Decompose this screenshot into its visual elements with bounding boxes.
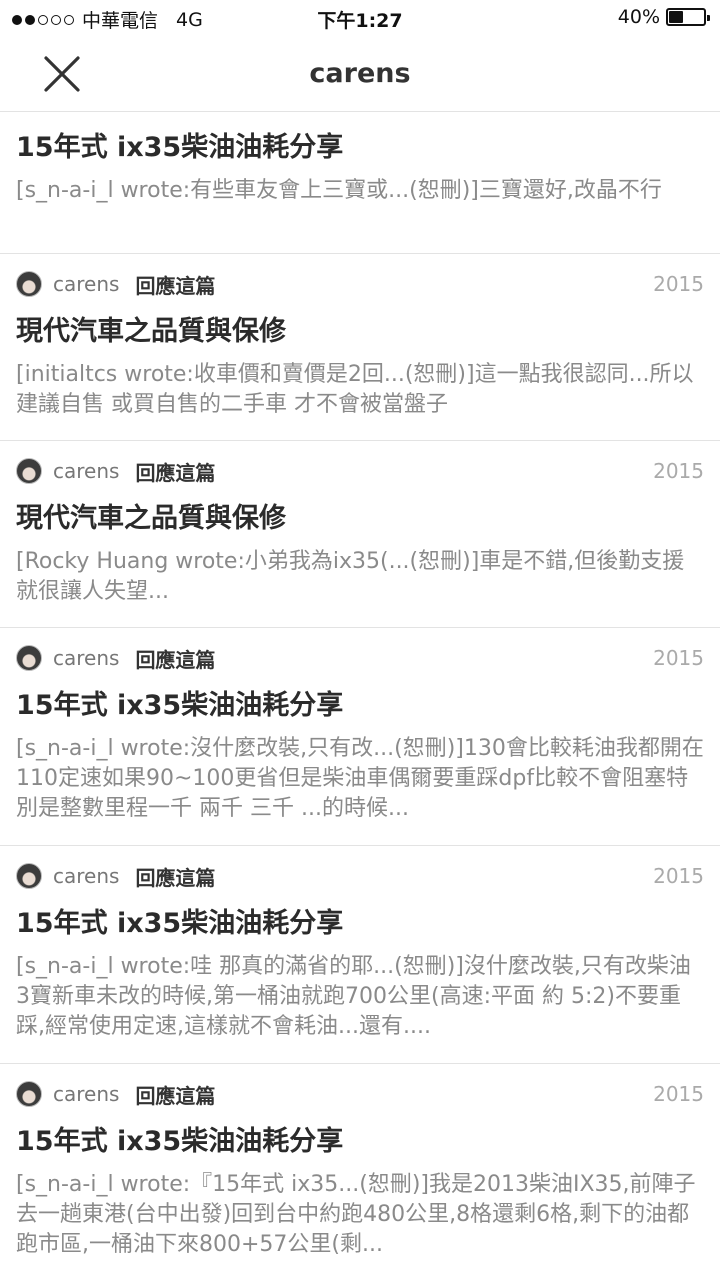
post-excerpt: [initialtcs wrote:收車價和賣價是2回...(恕刪)]這一點我很… — [16, 362, 694, 417]
author-name[interactable]: carens — [53, 459, 119, 483]
post-title: 現代汽車之品質與保修 — [16, 316, 286, 347]
avatar[interactable] — [16, 271, 42, 297]
list-item[interactable]: 15年式 ix35柴油油耗分享 [s_n-a-i_l wrote:有些車友會上三… — [0, 112, 720, 254]
post-year: 2015 — [653, 272, 704, 296]
reply-label: 回應這篇 — [135, 647, 216, 672]
post-excerpt: [s_n-a-i_l wrote:『15年式 ix35...(恕刪)]我是201… — [16, 1172, 696, 1257]
post-excerpt: [s_n-a-i_l wrote:哇 那真的滿省的耶...(恕刪)]沒什麼改裝,… — [16, 954, 691, 1039]
post-year: 2015 — [653, 459, 704, 483]
post-year: 2015 — [653, 1082, 704, 1106]
status-time: 下午1:27 — [317, 10, 403, 32]
post-meta: carens 回應這篇 2015 — [16, 860, 704, 892]
post-excerpt: [s_n-a-i_l wrote:沒什麼改裝,只有改...(恕刪)]130會比較… — [16, 736, 704, 821]
header: carens — [0, 36, 720, 112]
reply-label: 回應這篇 — [135, 1083, 216, 1108]
post-excerpt: [s_n-a-i_l wrote:有些車友會上三寶或...(恕刪)]三寶還好,改… — [16, 178, 662, 203]
author-name[interactable]: carens — [53, 646, 119, 670]
post-meta: carens 回應這篇 2015 — [16, 455, 704, 487]
list-item[interactable]: carens 回應這篇 2015 現代汽車之品質與保修 [Rocky Huang… — [0, 441, 720, 628]
list-item[interactable]: carens 回應這篇 2015 15年式 ix35柴油油耗分享 [s_n-a-… — [0, 1064, 720, 1280]
author-name[interactable]: carens — [53, 1082, 119, 1106]
avatar[interactable] — [16, 645, 42, 671]
reply-label: 回應這篇 — [135, 460, 216, 485]
reply-label: 回應這篇 — [135, 865, 216, 890]
avatar[interactable] — [16, 1081, 42, 1107]
post-year: 2015 — [653, 646, 704, 670]
post-title: 15年式 ix35柴油油耗分享 — [16, 690, 344, 721]
post-title: 現代汽車之品質與保修 — [16, 503, 286, 534]
list-item[interactable]: carens 回應這篇 2015 15年式 ix35柴油油耗分享 [s_n-a-… — [0, 628, 720, 846]
post-meta: carens 回應這篇 2015 — [16, 642, 704, 674]
avatar[interactable] — [16, 863, 42, 889]
reply-label: 回應這篇 — [135, 273, 216, 298]
post-list: 15年式 ix35柴油油耗分享 [s_n-a-i_l wrote:有些車友會上三… — [0, 112, 720, 1280]
author-name[interactable]: carens — [53, 272, 119, 296]
list-item[interactable]: carens 回應這篇 2015 15年式 ix35柴油油耗分享 [s_n-a-… — [0, 846, 720, 1064]
list-item[interactable]: carens 回應這篇 2015 現代汽車之品質與保修 [initialtcs … — [0, 254, 720, 441]
status-right: 40% — [617, 6, 710, 28]
post-meta: carens 回應這篇 2015 — [16, 1078, 704, 1110]
status-bar: 中華電信 4G 下午1:27 40% — [0, 0, 720, 36]
post-meta: carens 回應這篇 2015 — [16, 268, 704, 300]
post-year: 2015 — [653, 864, 704, 888]
author-name[interactable]: carens — [53, 864, 119, 888]
post-title: 15年式 ix35柴油油耗分享 — [16, 132, 344, 163]
post-excerpt: [Rocky Huang wrote:小弟我為ix35(...(恕刪)]車是不錯… — [16, 549, 685, 604]
post-title: 15年式 ix35柴油油耗分享 — [16, 908, 344, 939]
page-title: carens — [309, 58, 411, 89]
battery-icon — [666, 8, 710, 26]
post-title: 15年式 ix35柴油油耗分享 — [16, 1126, 344, 1157]
battery-percent: 40% — [617, 6, 660, 28]
avatar[interactable] — [16, 458, 42, 484]
